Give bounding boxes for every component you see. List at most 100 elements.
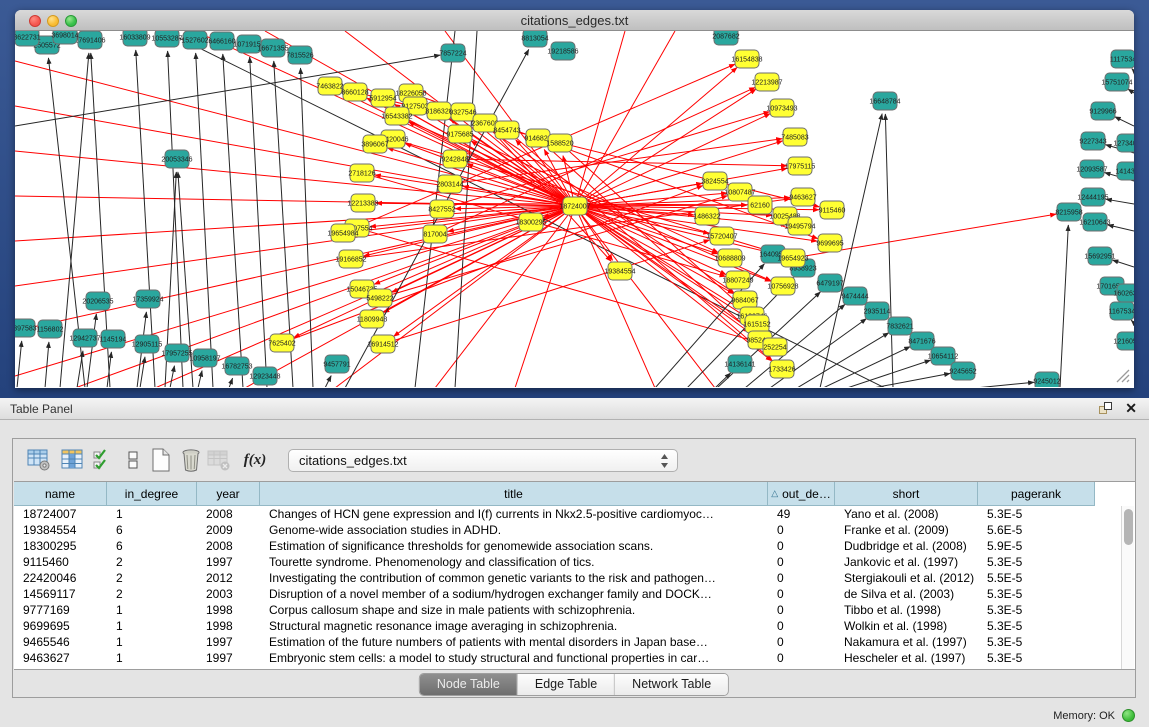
table-cell[interactable]: 1997 bbox=[197, 634, 260, 650]
table-cell[interactable]: Yano et al. (2008) bbox=[835, 506, 978, 522]
graph-node[interactable]: 18807249 bbox=[722, 271, 753, 289]
table-cell[interactable]: 5.3E-5 bbox=[978, 650, 1095, 666]
graph-node[interactable]: 16154838 bbox=[731, 50, 762, 68]
graph-node[interactable]: 9129966 bbox=[1089, 102, 1116, 120]
graph-node[interactable]: 10973493 bbox=[766, 99, 797, 117]
table-cell[interactable]: 0 bbox=[768, 538, 835, 554]
table-cell[interactable]: 6 bbox=[107, 538, 197, 554]
graph-node[interactable]: 9457791 bbox=[323, 355, 350, 373]
table-cell[interactable]: 2 bbox=[107, 554, 197, 570]
table-cell[interactable]: 1997 bbox=[197, 554, 260, 570]
table-cell[interactable]: Corpus callosum shape and size in male p… bbox=[260, 602, 768, 618]
table-cell[interactable]: Wolkin et al. (1998) bbox=[835, 618, 978, 634]
graph-node[interactable]: 6466160 bbox=[208, 32, 235, 50]
graph-node[interactable]: 12923448 bbox=[249, 367, 280, 385]
table-cell[interactable]: Investigating the contribution of common… bbox=[260, 570, 768, 586]
graph-node[interactable]: 8622731 bbox=[15, 31, 41, 46]
graph-node[interactable]: 8454743 bbox=[493, 121, 520, 139]
graph-node[interactable]: 16671355 bbox=[257, 39, 288, 57]
table-cell[interactable]: 1 bbox=[107, 602, 197, 618]
table-cell[interactable]: 1 bbox=[107, 506, 197, 522]
table-selector-dropdown[interactable]: citations_edges.txt bbox=[288, 449, 678, 472]
table-mode-button[interactable] bbox=[23, 444, 55, 476]
graph-edge[interactable] bbox=[383, 240, 710, 344]
table-cell[interactable]: 0 bbox=[768, 650, 835, 666]
table-cell[interactable]: 2008 bbox=[197, 538, 260, 554]
table-cell[interactable]: 5.3E-5 bbox=[978, 506, 1095, 522]
graph-edge[interactable] bbox=[198, 371, 202, 387]
graph-node[interactable]: 9245652 bbox=[949, 362, 976, 380]
graph-node[interactable]: 12734045 bbox=[1113, 134, 1134, 152]
graph-node[interactable]: 16648784 bbox=[869, 92, 900, 110]
tab-network-table[interactable]: Network Table bbox=[615, 674, 728, 695]
graph-edge[interactable] bbox=[15, 206, 575, 376]
table-cell[interactable]: Hescheler et al. (1997) bbox=[835, 650, 978, 666]
window-resize-grip[interactable] bbox=[1113, 366, 1131, 384]
graph-node[interactable]: 8427552 bbox=[428, 200, 455, 218]
graph-node[interactable]: 62160 bbox=[748, 196, 772, 214]
table-cell[interactable]: 5.3E-5 bbox=[978, 634, 1095, 650]
table-cell[interactable]: Embryonic stem cells: a model to study s… bbox=[260, 650, 768, 666]
table-cell[interactable]: 5.3E-5 bbox=[978, 554, 1095, 570]
table-cell[interactable]: de Silva et al. (2003) bbox=[835, 586, 978, 602]
table-cell[interactable]: 9463627 bbox=[14, 650, 107, 666]
graph-edge[interactable] bbox=[170, 366, 174, 387]
graph-node[interactable]: 2803144 bbox=[436, 175, 463, 193]
graph-node[interactable]: 16782753 bbox=[221, 357, 252, 375]
table-cell[interactable]: Jankovic et al. (1997) bbox=[835, 554, 978, 570]
graph-node[interactable]: 17957255 bbox=[161, 344, 192, 362]
graph-node[interactable]: 19654923 bbox=[777, 249, 808, 267]
table-row[interactable]: 1830029562008Estimation of significance … bbox=[14, 538, 1095, 554]
graph-node[interactable]: 3824554 bbox=[701, 172, 728, 190]
graph-edge[interactable] bbox=[196, 53, 213, 387]
graph-node[interactable]: 17975115 bbox=[785, 157, 816, 175]
table-cell[interactable]: 1 bbox=[107, 650, 197, 666]
graph-node[interactable]: 12213383 bbox=[347, 194, 378, 212]
graph-edge[interactable] bbox=[394, 206, 575, 336]
table-cell[interactable]: Structural magnetic resonance image aver… bbox=[260, 618, 768, 634]
graph-node[interactable]: 9474444 bbox=[841, 287, 868, 305]
tab-edge-table[interactable]: Edge Table bbox=[518, 674, 615, 695]
column-header-title[interactable]: title bbox=[260, 482, 768, 506]
graph-node[interactable]: 20206535 bbox=[82, 292, 113, 310]
table-cell[interactable]: Franke et al. (2009) bbox=[835, 522, 978, 538]
graph-edge[interactable] bbox=[15, 61, 575, 206]
table-cell[interactable]: 1998 bbox=[197, 602, 260, 618]
column-select-button[interactable] bbox=[87, 444, 119, 476]
table-cell[interactable]: Nakamura et al. (1997) bbox=[835, 634, 978, 650]
table-cell[interactable]: 2 bbox=[107, 586, 197, 602]
graph-node[interactable]: 19495794 bbox=[784, 217, 815, 235]
graph-node[interactable]: 16914512 bbox=[367, 335, 398, 353]
table-cell[interactable]: 1997 bbox=[197, 650, 260, 666]
table-cell[interactable]: 1 bbox=[107, 618, 197, 634]
graph-node[interactable]: 9242848 bbox=[441, 150, 468, 168]
graph-node[interactable]: 2935114 bbox=[864, 302, 891, 320]
graph-edge[interactable] bbox=[168, 51, 183, 387]
table-cell[interactable]: 2009 bbox=[197, 522, 260, 538]
table-cell[interactable]: 22420046 bbox=[14, 570, 107, 586]
graph-node[interactable]: 1486322 bbox=[693, 207, 720, 225]
table-cell[interactable]: 5.3E-5 bbox=[978, 602, 1095, 618]
graph-edge[interactable] bbox=[975, 382, 1034, 387]
table-row[interactable]: 946554611997Estimation of the future num… bbox=[14, 634, 1095, 650]
scrollbar-thumb[interactable] bbox=[1124, 509, 1133, 545]
table-cell[interactable]: 0 bbox=[768, 602, 835, 618]
table-cell[interactable]: 6 bbox=[107, 522, 197, 538]
column-header-name[interactable]: name bbox=[14, 482, 107, 506]
graph-node[interactable]: 7832621 bbox=[886, 317, 913, 335]
graph-node[interactable]: 1588520 bbox=[546, 134, 573, 152]
table-cell[interactable]: 19384554 bbox=[14, 522, 107, 538]
graph-node[interactable]: 1156802 bbox=[37, 320, 64, 338]
graph-node[interactable]: 7815526 bbox=[286, 46, 313, 64]
graph-edge[interactable] bbox=[1131, 320, 1134, 323]
table-cell[interactable]: 5.3E-5 bbox=[978, 618, 1095, 634]
table-cell[interactable]: Stergiakouli et al. (2012) bbox=[835, 570, 978, 586]
graph-node[interactable]: 16543382 bbox=[381, 107, 412, 125]
table-cell[interactable]: 9777169 bbox=[14, 602, 107, 618]
graph-node[interactable]: 3698014 bbox=[51, 31, 78, 44]
graph-edge[interactable] bbox=[223, 54, 243, 387]
graph-node[interactable]: 10958197 bbox=[189, 349, 220, 367]
graph-node[interactable]: 817004 bbox=[423, 225, 447, 243]
graph-node[interactable]: 16033809 bbox=[119, 31, 150, 46]
graph-edge[interactable] bbox=[1108, 225, 1134, 231]
